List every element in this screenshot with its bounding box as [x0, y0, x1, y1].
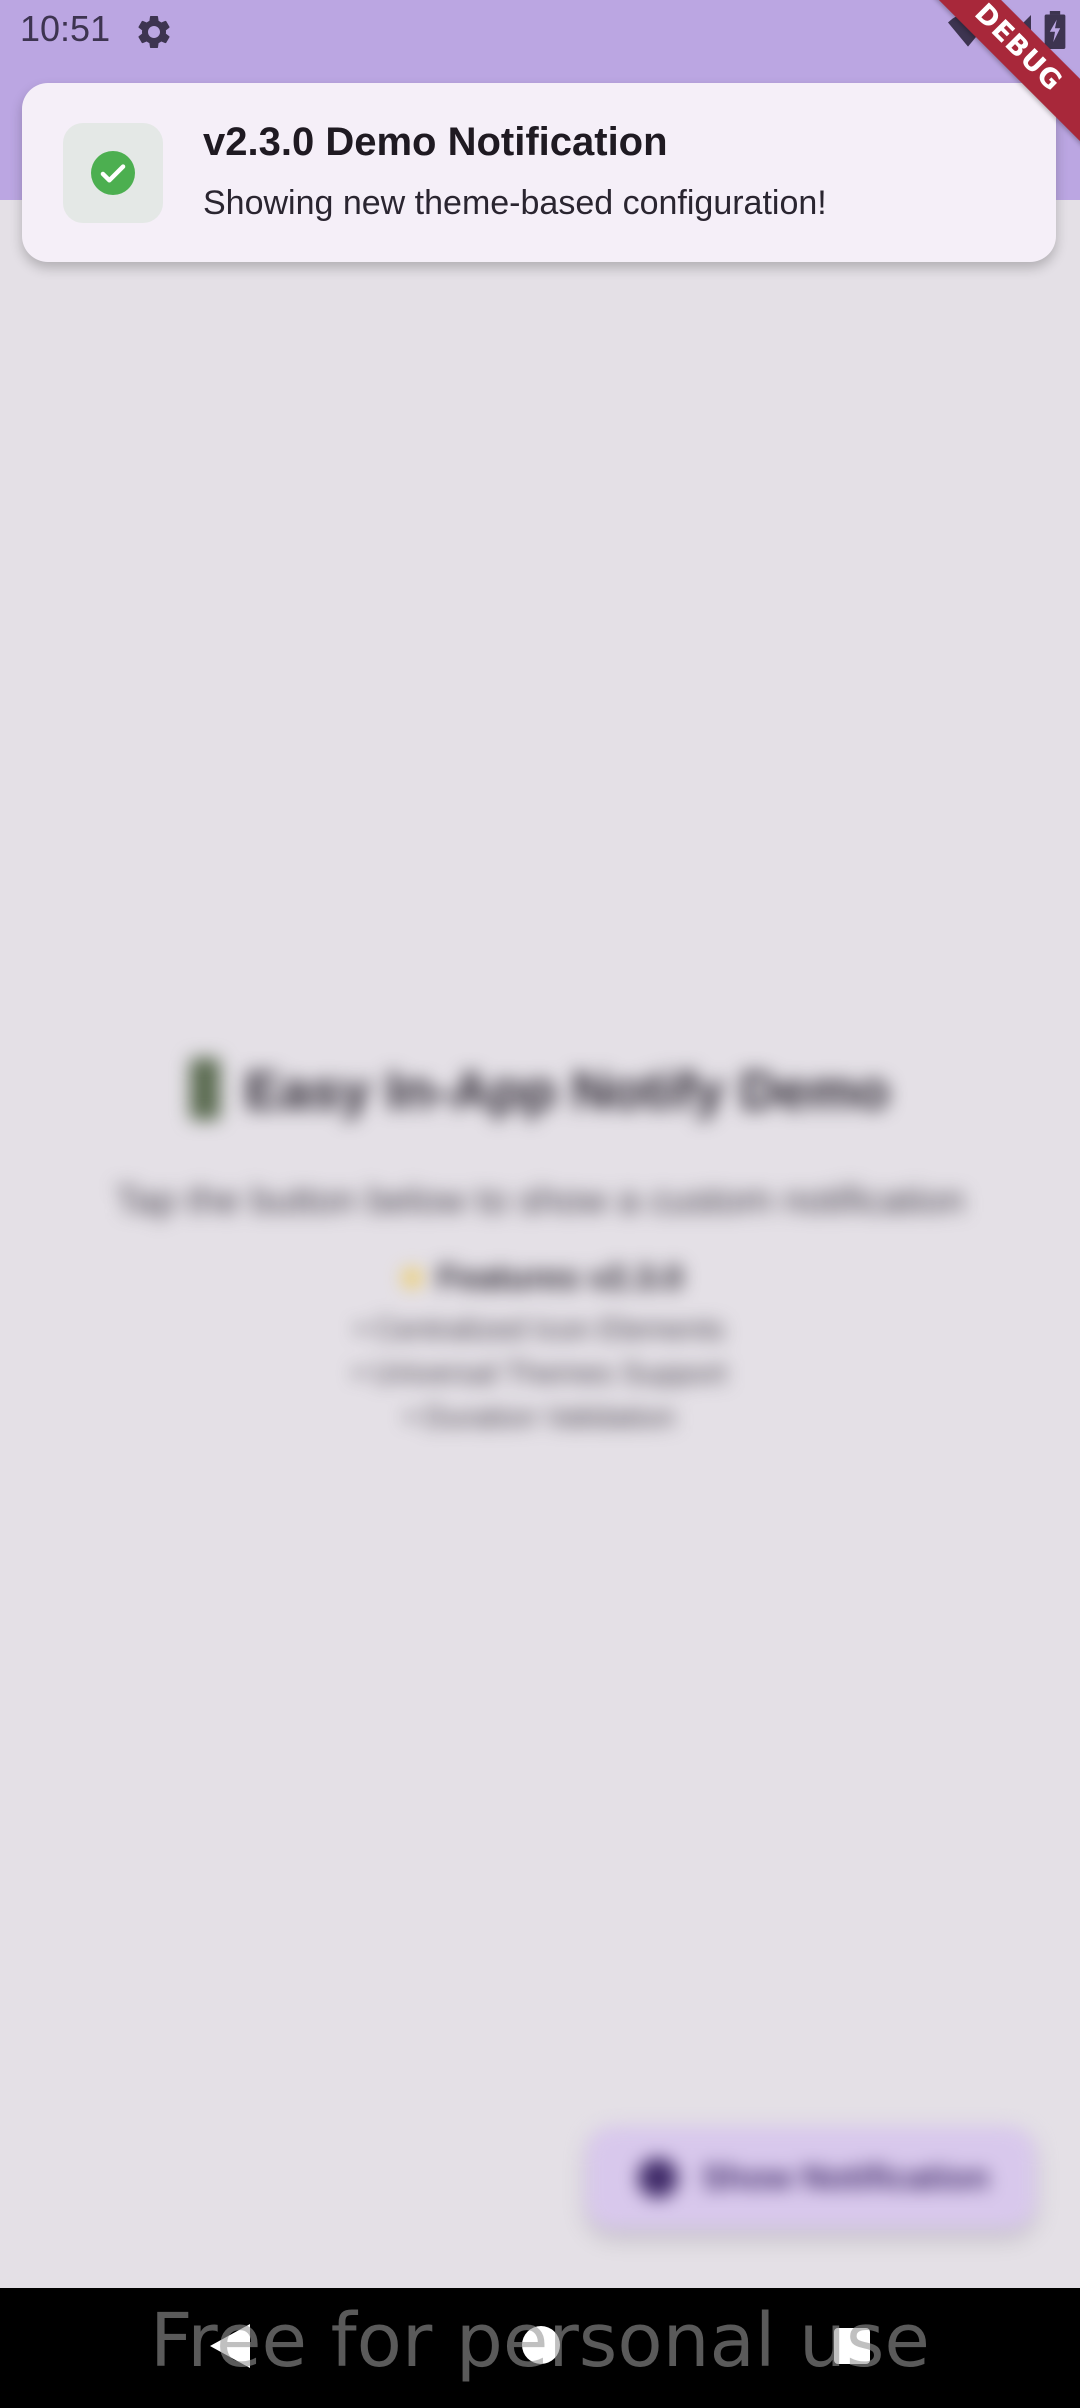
app-content: Easy In-App Notify Demo Tap the button b… [0, 0, 1080, 2288]
notification-icon-container [63, 123, 163, 223]
demo-subtitle: Tap the button below to show a custom no… [115, 1180, 965, 1222]
check-circle-icon [91, 151, 135, 195]
star-icon: ★ [396, 1259, 428, 1297]
notification-title: v2.3.0 Demo Notification [203, 120, 668, 164]
in-app-notification[interactable]: v2.3.0 Demo Notification Showing new the… [22, 83, 1056, 262]
show-notification-button[interactable]: Show Notification [586, 2126, 1036, 2230]
demo-title-text: Easy In-App Notify Demo [244, 1061, 890, 1121]
features-title-text: Features v2.3.0 [437, 1259, 684, 1297]
back-button[interactable] [210, 2324, 250, 2368]
battery-emoji-icon [190, 1057, 221, 1120]
home-button[interactable] [522, 2326, 560, 2364]
feature-list: • Centralized Icon Elements • Universal … [0, 1308, 1080, 1440]
show-notification-label: Show Notification [702, 2158, 990, 2197]
notification-message: Showing new theme-based configuration! [203, 184, 827, 222]
features-title: ★ Features v2.3.0 [0, 1258, 1080, 1298]
feature-item: • Centralized Icon Elements [355, 1313, 725, 1346]
demo-title: Easy In-App Notify Demo [0, 1057, 1080, 1126]
recents-button[interactable] [834, 2328, 870, 2364]
feature-item: • Universal Themes Support [353, 1357, 727, 1390]
feature-item: • Duration Validation [404, 1401, 676, 1434]
notification-bell-icon [638, 2158, 678, 2198]
